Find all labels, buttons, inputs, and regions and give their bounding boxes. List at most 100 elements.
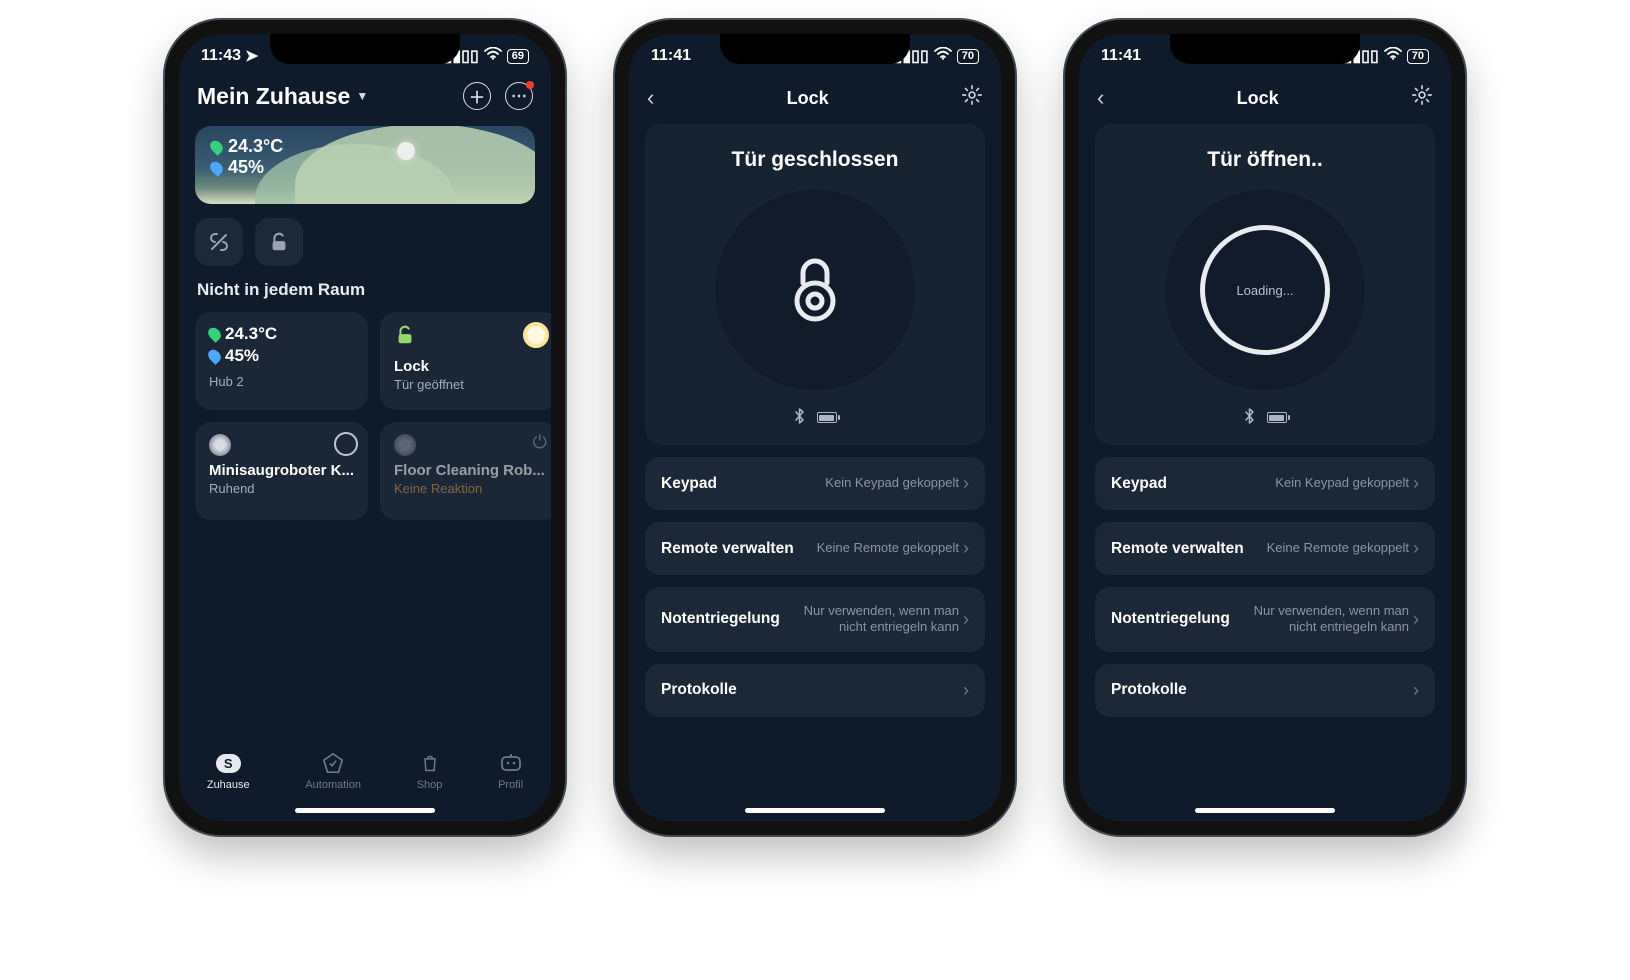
hub-card[interactable]: 24.3°C 45% Hub 2	[195, 312, 368, 410]
robot1-card[interactable]: Minisaugroboter K... Ruhend	[195, 422, 368, 520]
keypad-row[interactable]: Keypad Kein Keypad gekoppelt›	[1095, 457, 1435, 510]
back-button[interactable]: ‹	[647, 85, 654, 111]
loading-ring: Loading...	[1200, 225, 1330, 355]
tab-shop[interactable]: Shop	[417, 751, 443, 791]
humidity-icon	[208, 159, 226, 177]
home-header: Mein Zuhause ▼ ＋ ⋯	[179, 78, 551, 120]
status-time: 11:43	[201, 47, 241, 65]
robot1-name: Minisaugroboter K...	[209, 462, 354, 479]
keypad-label: Keypad	[1111, 475, 1167, 493]
remote-row[interactable]: Remote verwalten Keine Remote gekoppelt›	[645, 522, 985, 575]
remote-value: Keine Remote gekoppelt	[817, 540, 959, 556]
temp-icon	[206, 325, 224, 343]
remote-row[interactable]: Remote verwalten Keine Remote gekoppelt›	[1095, 522, 1435, 575]
logs-label: Protokolle	[1111, 681, 1187, 699]
quick-unlink-button[interactable]	[195, 218, 243, 266]
chevron-right-icon: ›	[1413, 680, 1419, 701]
notch	[1170, 34, 1360, 64]
wifi-icon	[484, 47, 502, 65]
lock-toggle-button[interactable]	[715, 190, 915, 390]
home-title-dropdown[interactable]: Mein Zuhause ▼	[197, 83, 368, 110]
emergency-row[interactable]: Notentriegelung Nur verwenden, wenn man …	[1095, 587, 1435, 652]
lock-toggle-button[interactable]: Loading...	[1165, 190, 1365, 390]
home-title: Mein Zuhause	[197, 83, 350, 110]
keypad-row[interactable]: Keypad Kein Keypad gekoppelt›	[645, 457, 985, 510]
logs-label: Protokolle	[661, 681, 737, 699]
notch	[270, 34, 460, 64]
robot2-card[interactable]: ⏻ Floor Cleaning Rob... Keine Reaktion	[380, 422, 551, 520]
lock-ring-indicator	[523, 322, 549, 348]
chevron-right-icon: ›	[963, 680, 969, 701]
robot-icon	[209, 434, 231, 456]
battery-level: 70	[957, 49, 979, 64]
robot2-name: Floor Cleaning Rob...	[394, 462, 545, 479]
lock-status: Tür geschlossen	[732, 148, 899, 172]
battery-icon	[1267, 412, 1287, 423]
emergency-label: Notentriegelung	[661, 610, 780, 628]
tab-home-label: Zuhause	[207, 779, 250, 791]
chevron-right-icon: ›	[963, 538, 969, 559]
quick-lock-button[interactable]	[255, 218, 303, 266]
emergency-value: Nur verwenden, wenn man nicht entriegeln…	[1249, 603, 1409, 636]
logs-row[interactable]: Protokolle ›	[1095, 664, 1435, 717]
lock-open-icon	[394, 324, 545, 352]
battery-level: 69	[507, 49, 529, 64]
weather-temp: 24.3°C	[228, 136, 283, 157]
wifi-icon	[934, 47, 952, 65]
tab-shop-label: Shop	[417, 779, 443, 791]
more-button[interactable]: ⋯	[505, 82, 533, 110]
keypad-value: Kein Keypad gekoppelt	[1275, 475, 1409, 491]
hub-temp: 24.3°C	[225, 324, 277, 344]
home-indicator[interactable]	[745, 808, 885, 813]
home-indicator[interactable]	[295, 808, 435, 813]
robot2-state: Keine Reaktion	[394, 481, 545, 496]
page-title: Lock	[1237, 88, 1279, 109]
tab-automation-label: Automation	[305, 779, 361, 791]
chevron-right-icon: ›	[1413, 609, 1419, 630]
add-button[interactable]: ＋	[463, 82, 491, 110]
section-title: Nicht in jedem Raum	[197, 280, 535, 300]
settings-button[interactable]	[1411, 84, 1433, 112]
chevron-right-icon: ›	[1413, 538, 1419, 559]
battery-icon	[817, 412, 837, 423]
power-icon[interactable]: ⏻	[533, 432, 547, 453]
tab-profile[interactable]: Profil	[498, 751, 523, 791]
lock-card[interactable]: Lock Tür geöffnet	[380, 312, 551, 410]
home-indicator[interactable]	[1195, 808, 1335, 813]
tab-profile-label: Profil	[498, 779, 523, 791]
lock-status: Tür öffnen..	[1207, 148, 1322, 172]
notch	[720, 34, 910, 64]
emergency-row[interactable]: Notentriegelung Nur verwenden, wenn man …	[645, 587, 985, 652]
settings-button[interactable]	[961, 84, 983, 112]
location-icon: ➤	[245, 46, 258, 66]
page-title: Lock	[787, 88, 829, 109]
lock-state: Tür geöffnet	[394, 377, 545, 392]
logs-row[interactable]: Protokolle ›	[645, 664, 985, 717]
status-time: 11:41	[1101, 47, 1141, 65]
tab-home[interactable]: S Zuhause	[207, 751, 250, 791]
remote-label: Remote verwalten	[1111, 540, 1244, 558]
tab-automation[interactable]: Automation	[305, 751, 361, 791]
robot1-toggle[interactable]	[334, 432, 358, 456]
profile-icon	[499, 751, 523, 775]
robot-icon	[394, 434, 416, 456]
emergency-value: Nur verwenden, wenn man nicht entriegeln…	[799, 603, 959, 636]
robot1-state: Ruhend	[209, 481, 354, 496]
lock-icon	[787, 255, 843, 325]
hub-humidity: 45%	[225, 346, 259, 366]
weather-humidity: 45%	[228, 157, 264, 178]
chevron-down-icon: ▼	[356, 89, 368, 103]
weather-card[interactable]: 24.3°C 45%	[195, 126, 535, 204]
humidity-icon	[206, 347, 224, 365]
bluetooth-icon	[1244, 408, 1255, 427]
lock-panel: Tür öffnen.. Loading...	[1095, 124, 1435, 445]
bluetooth-icon	[794, 408, 805, 427]
emergency-label: Notentriegelung	[1111, 610, 1230, 628]
status-time: 11:41	[651, 47, 691, 65]
phone-lock-closed: 11:41 ▮▮▯▯ 70 ‹ Lock Tür geschlossen	[615, 20, 1015, 835]
lock-name: Lock	[394, 358, 545, 375]
keypad-value: Kein Keypad gekoppelt	[825, 475, 959, 491]
lock-panel: Tür geschlossen	[645, 124, 985, 445]
back-button[interactable]: ‹	[1097, 85, 1104, 111]
chevron-right-icon: ›	[1413, 473, 1419, 494]
